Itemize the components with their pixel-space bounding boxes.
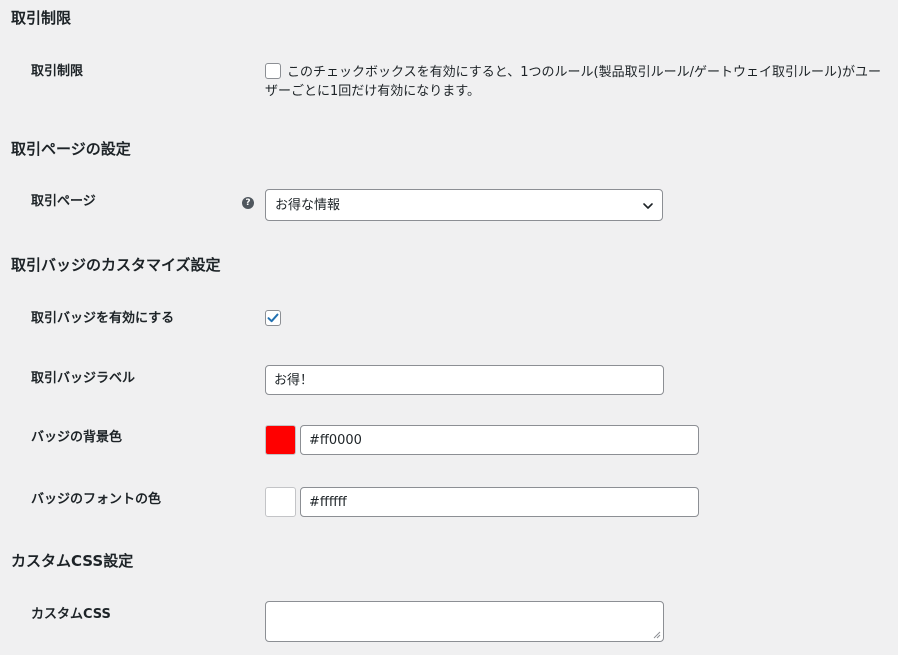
question-circle-icon[interactable]: ? bbox=[242, 197, 254, 209]
section-title-restriction: 取引制限 bbox=[11, 9, 72, 27]
settings-page: 取引制限 取引制限 このチェックボックスを有効にすると、1つのルール(製品取引ル… bbox=[0, 0, 898, 655]
deal-page-label: 取引ページ bbox=[31, 194, 96, 209]
chevron-down-icon bbox=[643, 203, 653, 209]
restriction-label: 取引制限 bbox=[31, 64, 84, 79]
badge-bg-color-input[interactable]: #ff0000 bbox=[300, 425, 699, 455]
badge-label-input[interactable]: お得！ bbox=[265, 365, 664, 395]
badge-label-label: 取引バッジラベル bbox=[31, 371, 136, 386]
restriction-description: このチェックボックスを有効にすると、1つのルール(製品取引ルール/ゲートウェイ取… bbox=[265, 65, 882, 99]
section-title-deal-page: 取引ページの設定 bbox=[11, 140, 131, 158]
deal-page-select-value: お得な情報 bbox=[275, 198, 341, 213]
checkmark-icon bbox=[267, 313, 279, 323]
badge-font-color-input[interactable]: #ffffff bbox=[300, 487, 699, 517]
resize-grip-icon[interactable] bbox=[653, 631, 661, 639]
section-title-custom-css: カスタムCSS設定 bbox=[11, 552, 134, 570]
badge-font-label: バッジのフォントの色 bbox=[31, 492, 162, 507]
badge-font-color-value: #ffffff bbox=[309, 495, 347, 510]
badge-bg-color-value: #ff0000 bbox=[309, 433, 362, 448]
deal-page-select[interactable]: お得な情報 bbox=[265, 189, 663, 221]
badge-bg-label: バッジの背景色 bbox=[31, 430, 123, 445]
badge-enable-checkbox[interactable] bbox=[265, 310, 281, 326]
badge-font-color-swatch[interactable] bbox=[265, 487, 296, 517]
section-title-badge: 取引バッジのカスタマイズ設定 bbox=[11, 256, 221, 274]
custom-css-label: カスタムCSS bbox=[31, 607, 111, 622]
custom-css-textarea[interactable] bbox=[265, 601, 664, 642]
badge-label-value: お得！ bbox=[274, 373, 314, 388]
badge-enable-label: 取引バッジを有効にする bbox=[31, 311, 175, 326]
badge-bg-color-swatch[interactable] bbox=[265, 425, 296, 455]
